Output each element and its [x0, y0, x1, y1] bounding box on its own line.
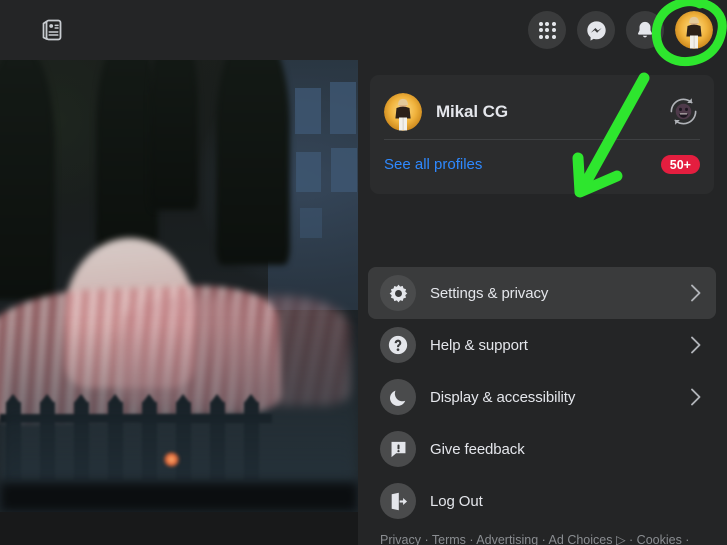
switch-profile-button[interactable]: [667, 95, 700, 128]
orange-light: [163, 452, 180, 467]
apps-grid-icon: [538, 21, 556, 39]
messenger-icon: [586, 20, 607, 41]
profiles-count-badge: 50+: [660, 155, 700, 174]
menu-list: Settings & privacy Help & support Displa…: [368, 267, 716, 527]
bell-icon: [635, 20, 655, 40]
profile-card: Mikal CG See all profiles 50+: [370, 75, 714, 194]
question-circle-icon: [380, 327, 416, 363]
profile-name: Mikal CG: [436, 101, 508, 121]
profile-avatar: [384, 92, 422, 131]
moon-icon: [380, 379, 416, 415]
feedback-bubble-icon: [380, 431, 416, 467]
profile-card-avatar[interactable]: [384, 92, 422, 131]
account-dropdown-panel: Mikal CG See all profiles 50+ Settings &…: [358, 60, 727, 545]
avatar-button[interactable]: [675, 11, 713, 49]
cover-photo[interactable]: Edit cover photo: [0, 60, 358, 512]
switch-profile-icon: [670, 98, 697, 125]
menu-item-label: Log Out: [430, 492, 483, 510]
menu-item-help-and-support[interactable]: Help & support: [368, 319, 716, 371]
notifications-button[interactable]: [626, 11, 664, 49]
chevron-right-icon: [688, 284, 704, 302]
logout-door-icon: [380, 483, 416, 519]
pages-button[interactable]: [36, 15, 68, 45]
apps-grid-button[interactable]: [528, 11, 566, 49]
news-page-icon: [38, 17, 66, 43]
footer-text: Privacy · Terms · Advertising · Ad Choic…: [380, 533, 690, 545]
menu-item-label: Help & support: [430, 336, 528, 354]
cover-photo-image: [0, 60, 358, 512]
menu-item-label: Settings & privacy: [430, 284, 549, 302]
footer-links[interactable]: Privacy · Terms · Advertising · Ad Choic…: [380, 532, 710, 545]
menu-item-give-feedback[interactable]: Give feedback: [368, 423, 716, 475]
chevron-right-icon: [688, 388, 704, 406]
menu-item-log-out[interactable]: Log Out: [368, 475, 716, 527]
profile-avatar: [675, 11, 713, 49]
menu-item-label: Display & accessibility: [430, 388, 576, 406]
menu-item-display-and-accessibility[interactable]: Display & accessibility: [368, 371, 716, 423]
chevron-right-icon: [688, 336, 704, 354]
top-bar-actions: [528, 11, 713, 49]
top-navigation-bar: [0, 0, 727, 60]
see-all-profiles-link[interactable]: See all profiles: [384, 156, 661, 173]
menu-item-label: Give feedback: [430, 440, 525, 458]
see-all-profiles-row[interactable]: See all profiles 50+: [384, 140, 700, 189]
menu-item-settings-and-privacy[interactable]: Settings & privacy: [368, 267, 716, 319]
facebook-profile-menu-screen: Edit cover photo: [0, 0, 727, 545]
gear-icon: [380, 275, 416, 311]
messenger-button[interactable]: [577, 11, 615, 49]
profile-row[interactable]: Mikal CG: [384, 84, 700, 139]
